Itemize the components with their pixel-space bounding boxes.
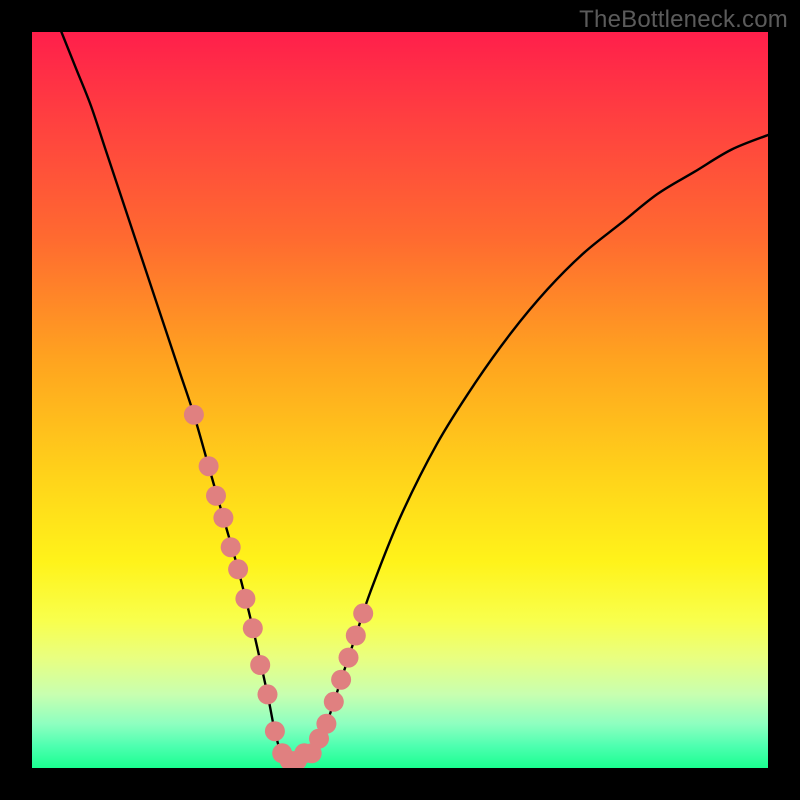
watermark-text: TheBottleneck.com <box>579 6 788 34</box>
marker-dot <box>199 456 219 476</box>
marker-group <box>184 405 373 768</box>
marker-dot <box>228 559 248 579</box>
marker-dot <box>353 603 373 623</box>
plot-area <box>32 32 768 768</box>
marker-dot <box>243 618 263 638</box>
marker-dot <box>258 684 278 704</box>
marker-dot <box>235 589 255 609</box>
marker-dot <box>213 508 233 528</box>
marker-dot <box>339 648 359 668</box>
chart-svg <box>32 32 768 768</box>
chart-frame: TheBottleneck.com <box>0 0 800 800</box>
marker-dot <box>184 405 204 425</box>
marker-dot <box>316 714 336 734</box>
marker-dot <box>324 692 344 712</box>
curve-line <box>61 32 768 761</box>
marker-dot <box>206 486 226 506</box>
marker-dot <box>265 721 285 741</box>
marker-dot <box>250 655 270 675</box>
marker-dot <box>346 626 366 646</box>
marker-dot <box>221 537 241 557</box>
marker-dot <box>331 670 351 690</box>
